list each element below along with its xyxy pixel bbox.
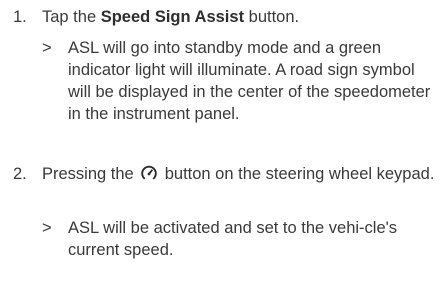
instruction-text-before: Tap the [42,8,101,26]
result-text: ASL will be activated and set to the veh… [68,219,398,259]
instruction-text-after: button on the steering wheel keypad. [164,165,435,183]
instructions-page: 1. Tap the Speed Sign Assist button. > A… [0,0,446,284]
speedometer-button-icon [140,164,158,182]
result-marker: > [42,219,52,237]
speed-sign-assist-label: Speed Sign Assist [100,8,245,26]
instruction-text-before: Pressing the [42,165,134,183]
step-instruction: Pressing the button on the steering whee… [42,163,437,185]
step-instruction: Tap the Speed Sign Assist button. [42,6,437,28]
step-number: 1. [13,8,27,26]
result-marker: > [42,39,52,57]
step-number: 2. [13,165,27,183]
instruction-text-after: button. [244,8,300,26]
result-text: ASL will go into standby mode and a gree… [68,39,431,123]
